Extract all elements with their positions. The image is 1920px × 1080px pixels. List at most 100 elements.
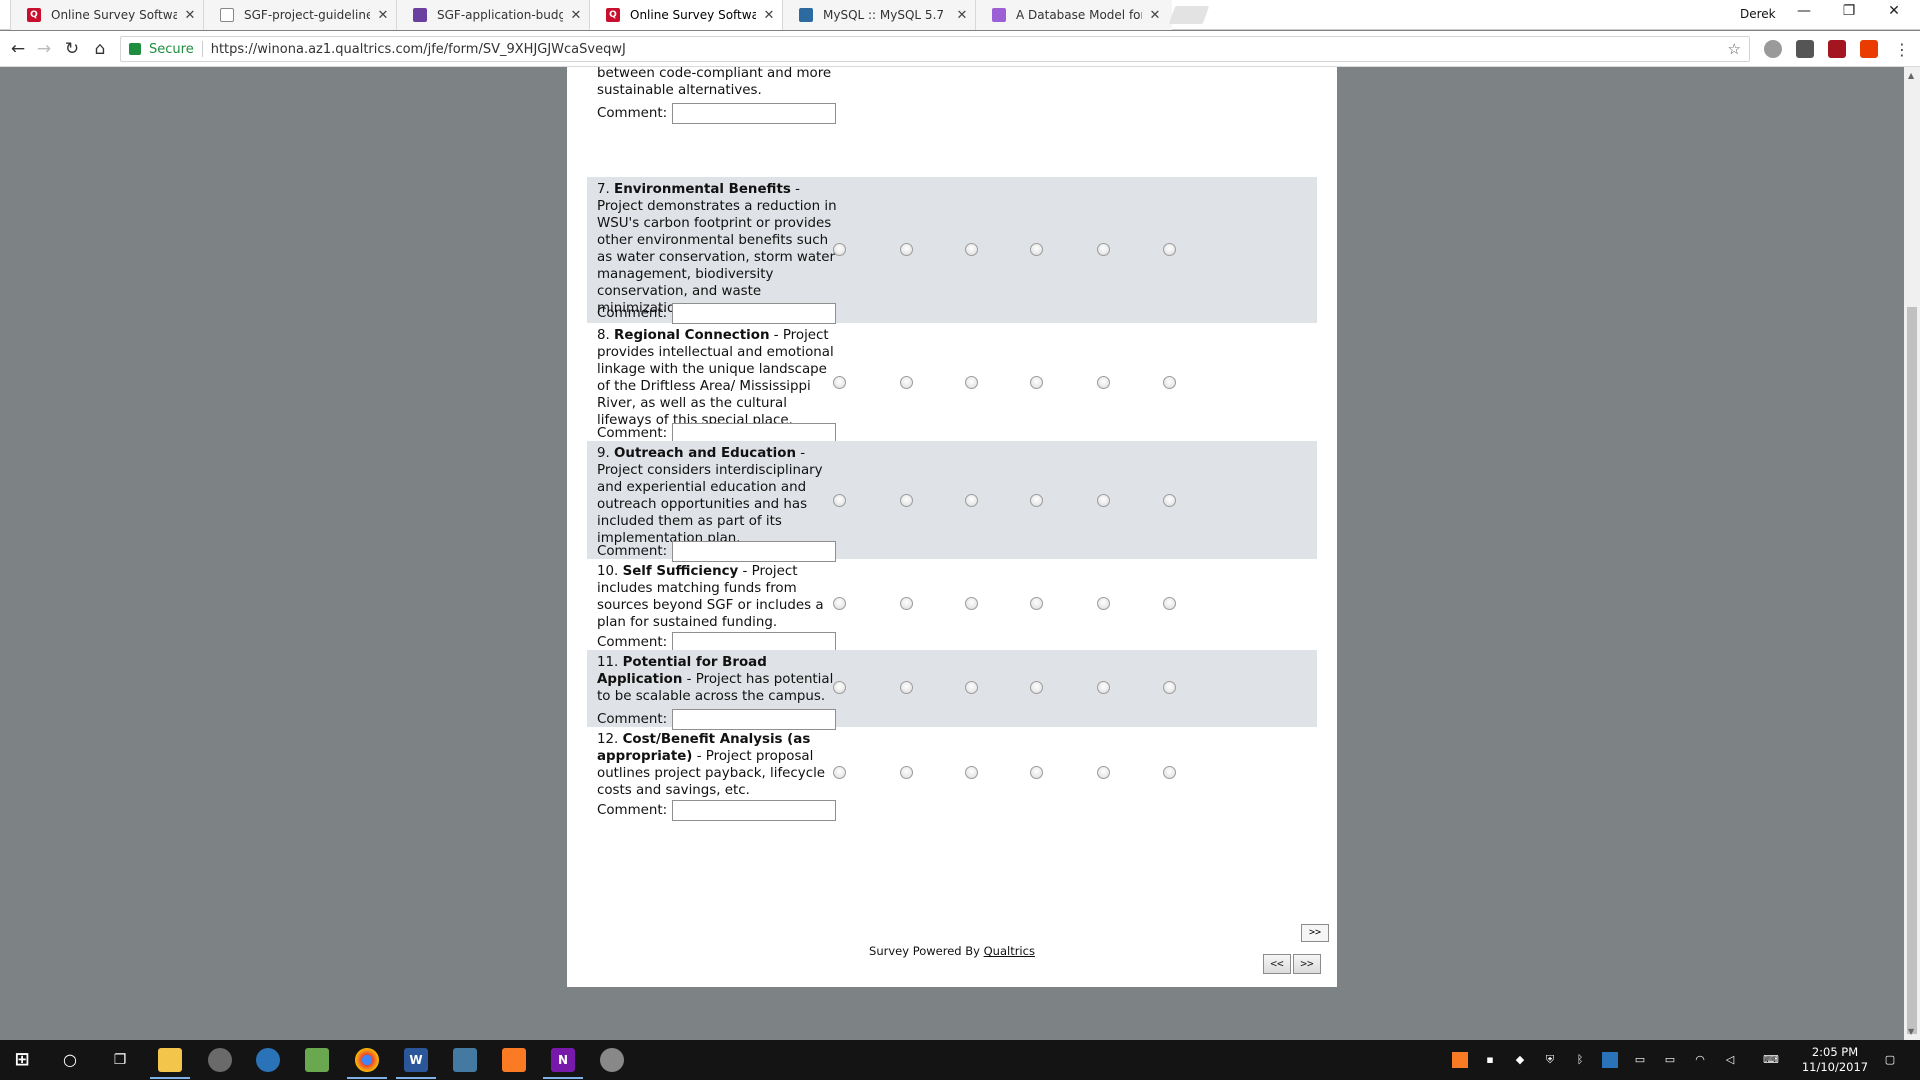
address-bar[interactable]: Secure https://winona.az1.qualtrics.com/… (120, 36, 1750, 62)
tray-app-icon[interactable]: ▪ (1482, 1052, 1498, 1068)
rating-radio-6[interactable] (1163, 597, 1176, 610)
rating-radio-1[interactable] (833, 243, 846, 256)
rating-radio-6[interactable] (1163, 766, 1176, 779)
tray-blue-icon[interactable] (1602, 1052, 1618, 1068)
browser-tab[interactable]: A Database Model for an ✕ (975, 0, 1172, 30)
battery-icon[interactable]: ▭ (1662, 1052, 1678, 1068)
rating-radio-2[interactable] (900, 243, 913, 256)
rating-radio-5[interactable] (1097, 376, 1110, 389)
volume-icon[interactable]: ◁ (1722, 1052, 1738, 1068)
rating-radio-4[interactable] (1030, 681, 1043, 694)
wifi-icon[interactable]: ◠ (1692, 1052, 1708, 1068)
rating-radio-6[interactable] (1163, 681, 1176, 694)
rating-radio-2[interactable] (900, 766, 913, 779)
extension-shield-icon[interactable] (1796, 40, 1814, 58)
file-explorer-icon[interactable] (158, 1048, 182, 1072)
rating-radio-5[interactable] (1097, 494, 1110, 507)
qualtrics-link[interactable]: Qualtrics (984, 944, 1035, 958)
browser-tab[interactable]: Q Online Survey Software | ✕ (589, 0, 786, 30)
browser-tab[interactable]: Q Online Survey Software | ✕ (10, 0, 207, 30)
rating-radio-3[interactable] (965, 494, 978, 507)
word-icon[interactable]: W (404, 1048, 428, 1072)
rating-radio-2[interactable] (900, 681, 913, 694)
new-tab-button[interactable] (1168, 6, 1210, 24)
misc-app-icon[interactable] (600, 1048, 624, 1072)
bookmark-star-icon[interactable]: ☆ (1728, 40, 1741, 58)
extension-office-icon[interactable] (1860, 40, 1878, 58)
system-clock[interactable]: 2:05 PM 11/10/2017 (1790, 1045, 1880, 1075)
scroll-up-icon[interactable]: ▲ (1908, 71, 1914, 80)
rating-radio-5[interactable] (1097, 681, 1110, 694)
profile-name[interactable]: Derek (1740, 7, 1776, 21)
rating-radio-3[interactable] (965, 243, 978, 256)
comment-input[interactable] (672, 800, 837, 821)
browser-menu-icon[interactable]: ⋮ (1894, 40, 1910, 59)
xampp-icon[interactable] (502, 1048, 526, 1072)
browser-tab[interactable]: MySQL :: MySQL 5.7 Refe ✕ (782, 0, 979, 30)
rating-radio-4[interactable] (1030, 243, 1043, 256)
back-icon[interactable]: ← (6, 37, 30, 61)
rating-radio-4[interactable] (1030, 597, 1043, 610)
tab-close-icon[interactable]: ✕ (569, 8, 583, 23)
rating-radio-6[interactable] (1163, 243, 1176, 256)
rating-radio-2[interactable] (900, 494, 913, 507)
shield-tray-icon[interactable]: ⛨ (1542, 1052, 1558, 1068)
tab-close-icon[interactable]: ✕ (1148, 8, 1162, 23)
onenote-icon[interactable]: N (551, 1048, 575, 1072)
chrome-icon[interactable] (355, 1048, 379, 1072)
restore-button[interactable]: ❐ (1834, 3, 1864, 25)
rating-radio-1[interactable] (833, 597, 846, 610)
rating-radio-6[interactable] (1163, 494, 1176, 507)
extension-abp-icon[interactable] (1764, 40, 1782, 58)
url-text[interactable]: https://winona.az1.qualtrics.com/jfe/for… (211, 42, 626, 57)
rating-radio-5[interactable] (1097, 597, 1110, 610)
rating-radio-2[interactable] (900, 597, 913, 610)
forward-icon[interactable]: → (32, 37, 56, 61)
rating-radio-5[interactable] (1097, 243, 1110, 256)
rating-radio-4[interactable] (1030, 376, 1043, 389)
globe-app-icon[interactable] (256, 1048, 280, 1072)
tab-close-icon[interactable]: ✕ (955, 8, 969, 23)
mysql-workbench-icon[interactable] (453, 1048, 477, 1072)
tray-xampp-icon[interactable] (1452, 1052, 1468, 1068)
notifications-icon[interactable]: ▢ (1880, 1052, 1900, 1068)
rating-radio-1[interactable] (833, 376, 846, 389)
tab-close-icon[interactable]: ✕ (183, 8, 197, 23)
rating-radio-3[interactable] (965, 766, 978, 779)
search-icon[interactable]: ○ (58, 1048, 82, 1072)
home-icon[interactable]: ⌂ (88, 37, 112, 61)
rating-radio-1[interactable] (833, 494, 846, 507)
rating-radio-3[interactable] (965, 376, 978, 389)
rating-radio-1[interactable] (833, 766, 846, 779)
rating-radio-2[interactable] (900, 376, 913, 389)
tab-close-icon[interactable]: ✕ (762, 8, 776, 23)
rating-radio-5[interactable] (1097, 766, 1110, 779)
task-view-icon[interactable]: ❐ (108, 1048, 132, 1072)
bluetooth-icon[interactable]: ᛒ (1572, 1052, 1588, 1068)
scroll-down-icon[interactable]: ▼ (1908, 1027, 1914, 1036)
close-window-button[interactable]: ✕ (1879, 3, 1909, 25)
keyboard-icon[interactable]: ⌨ (1760, 1052, 1782, 1068)
scrollbar-thumb[interactable] (1907, 307, 1917, 1034)
rating-radio-4[interactable] (1030, 766, 1043, 779)
page-scrollbar[interactable]: ▲ ▼ (1904, 67, 1920, 1040)
dropbox-icon[interactable]: ◆ (1512, 1052, 1528, 1068)
extension-ublock-icon[interactable] (1828, 40, 1846, 58)
comment-input[interactable] (672, 103, 837, 124)
rating-radio-4[interactable] (1030, 494, 1043, 507)
app-icon[interactable] (208, 1048, 232, 1072)
display-icon[interactable]: ▭ (1632, 1052, 1648, 1068)
rating-radio-3[interactable] (965, 597, 978, 610)
comment-input[interactable] (672, 303, 837, 324)
minimize-button[interactable]: — (1789, 3, 1819, 25)
rating-radio-6[interactable] (1163, 376, 1176, 389)
rating-radio-3[interactable] (965, 681, 978, 694)
floating-next-button[interactable]: >> (1301, 924, 1329, 942)
tab-close-icon[interactable]: ✕ (376, 8, 390, 23)
windows-start-icon[interactable]: ⊞ (10, 1048, 34, 1072)
rating-radio-1[interactable] (833, 681, 846, 694)
browser-tab[interactable]: SGF-project-guidelines.p ✕ (203, 0, 400, 30)
browser-tab[interactable]: SGF-application-budget ✕ (396, 0, 593, 30)
reload-icon[interactable]: ↻ (60, 37, 84, 61)
notepad-icon[interactable] (305, 1048, 329, 1072)
